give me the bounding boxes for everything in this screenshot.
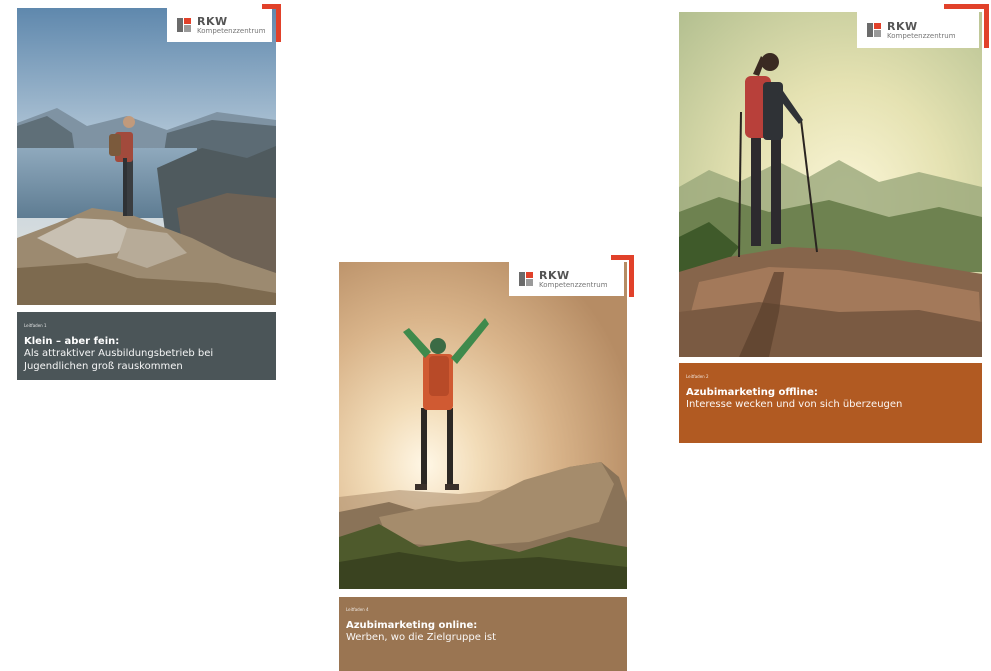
cover-2-subtitle: Werben, wo die Zielgruppe ist — [346, 632, 496, 643]
rkw-logo: RKW Kompetenzzentrum — [509, 262, 624, 296]
cover-1-label: Leitfaden 1 Klein – aber fein: Als attra… — [17, 312, 276, 380]
rkw-logo-icon — [867, 23, 881, 37]
accent-corner — [262, 4, 281, 42]
rkw-logo-name: RKW — [539, 268, 570, 282]
cover-1-title: Klein – aber fein: — [24, 336, 120, 347]
cover-1-series: Leitfaden 1 — [24, 323, 47, 328]
brochure-cover-2[interactable]: RKW Kompetenzzentrum Leitfaden 4 Azubima… — [339, 255, 634, 671]
rkw-logo: RKW Kompetenzzentrum — [167, 8, 272, 42]
rkw-logo-icon — [519, 272, 533, 286]
brochure-cover-3[interactable]: RKW Kompetenzzentrum Leitfaden 2 Azubima… — [679, 4, 991, 446]
cover-2-title: Azubimarketing online: — [346, 620, 478, 631]
rkw-logo-name: RKW — [197, 14, 228, 28]
cover-3-subtitle: Interesse wecken und von sich überzeugen — [686, 399, 903, 410]
cover-2-series: Leitfaden 4 — [346, 607, 369, 612]
cover-2-photo — [339, 262, 627, 589]
cover-3-title: Azubimarketing offline: — [686, 387, 818, 398]
cover-2-label: Leitfaden 4 Azubimarketing online: Werbe… — [339, 597, 627, 671]
rkw-logo-tagline: Kompetenzzentrum — [197, 26, 266, 35]
rkw-logo-tagline: Kompetenzzentrum — [539, 280, 608, 289]
accent-corner — [944, 4, 989, 48]
accent-corner — [611, 255, 634, 297]
brochure-cover-1[interactable]: RKW Kompetenzzentrum Leitfaden 1 Klein –… — [17, 4, 281, 383]
cover-1-photo — [17, 8, 276, 305]
cover-3-label: Leitfaden 2 Azubimarketing offline: Inte… — [679, 363, 982, 443]
cover-3-photo — [679, 12, 982, 357]
rkw-logo-icon — [177, 18, 191, 32]
cover-1-subtitle: Als attraktiver Ausbildungsbetrieb bei J… — [24, 348, 214, 372]
cover-3-series: Leitfaden 2 — [686, 374, 709, 379]
